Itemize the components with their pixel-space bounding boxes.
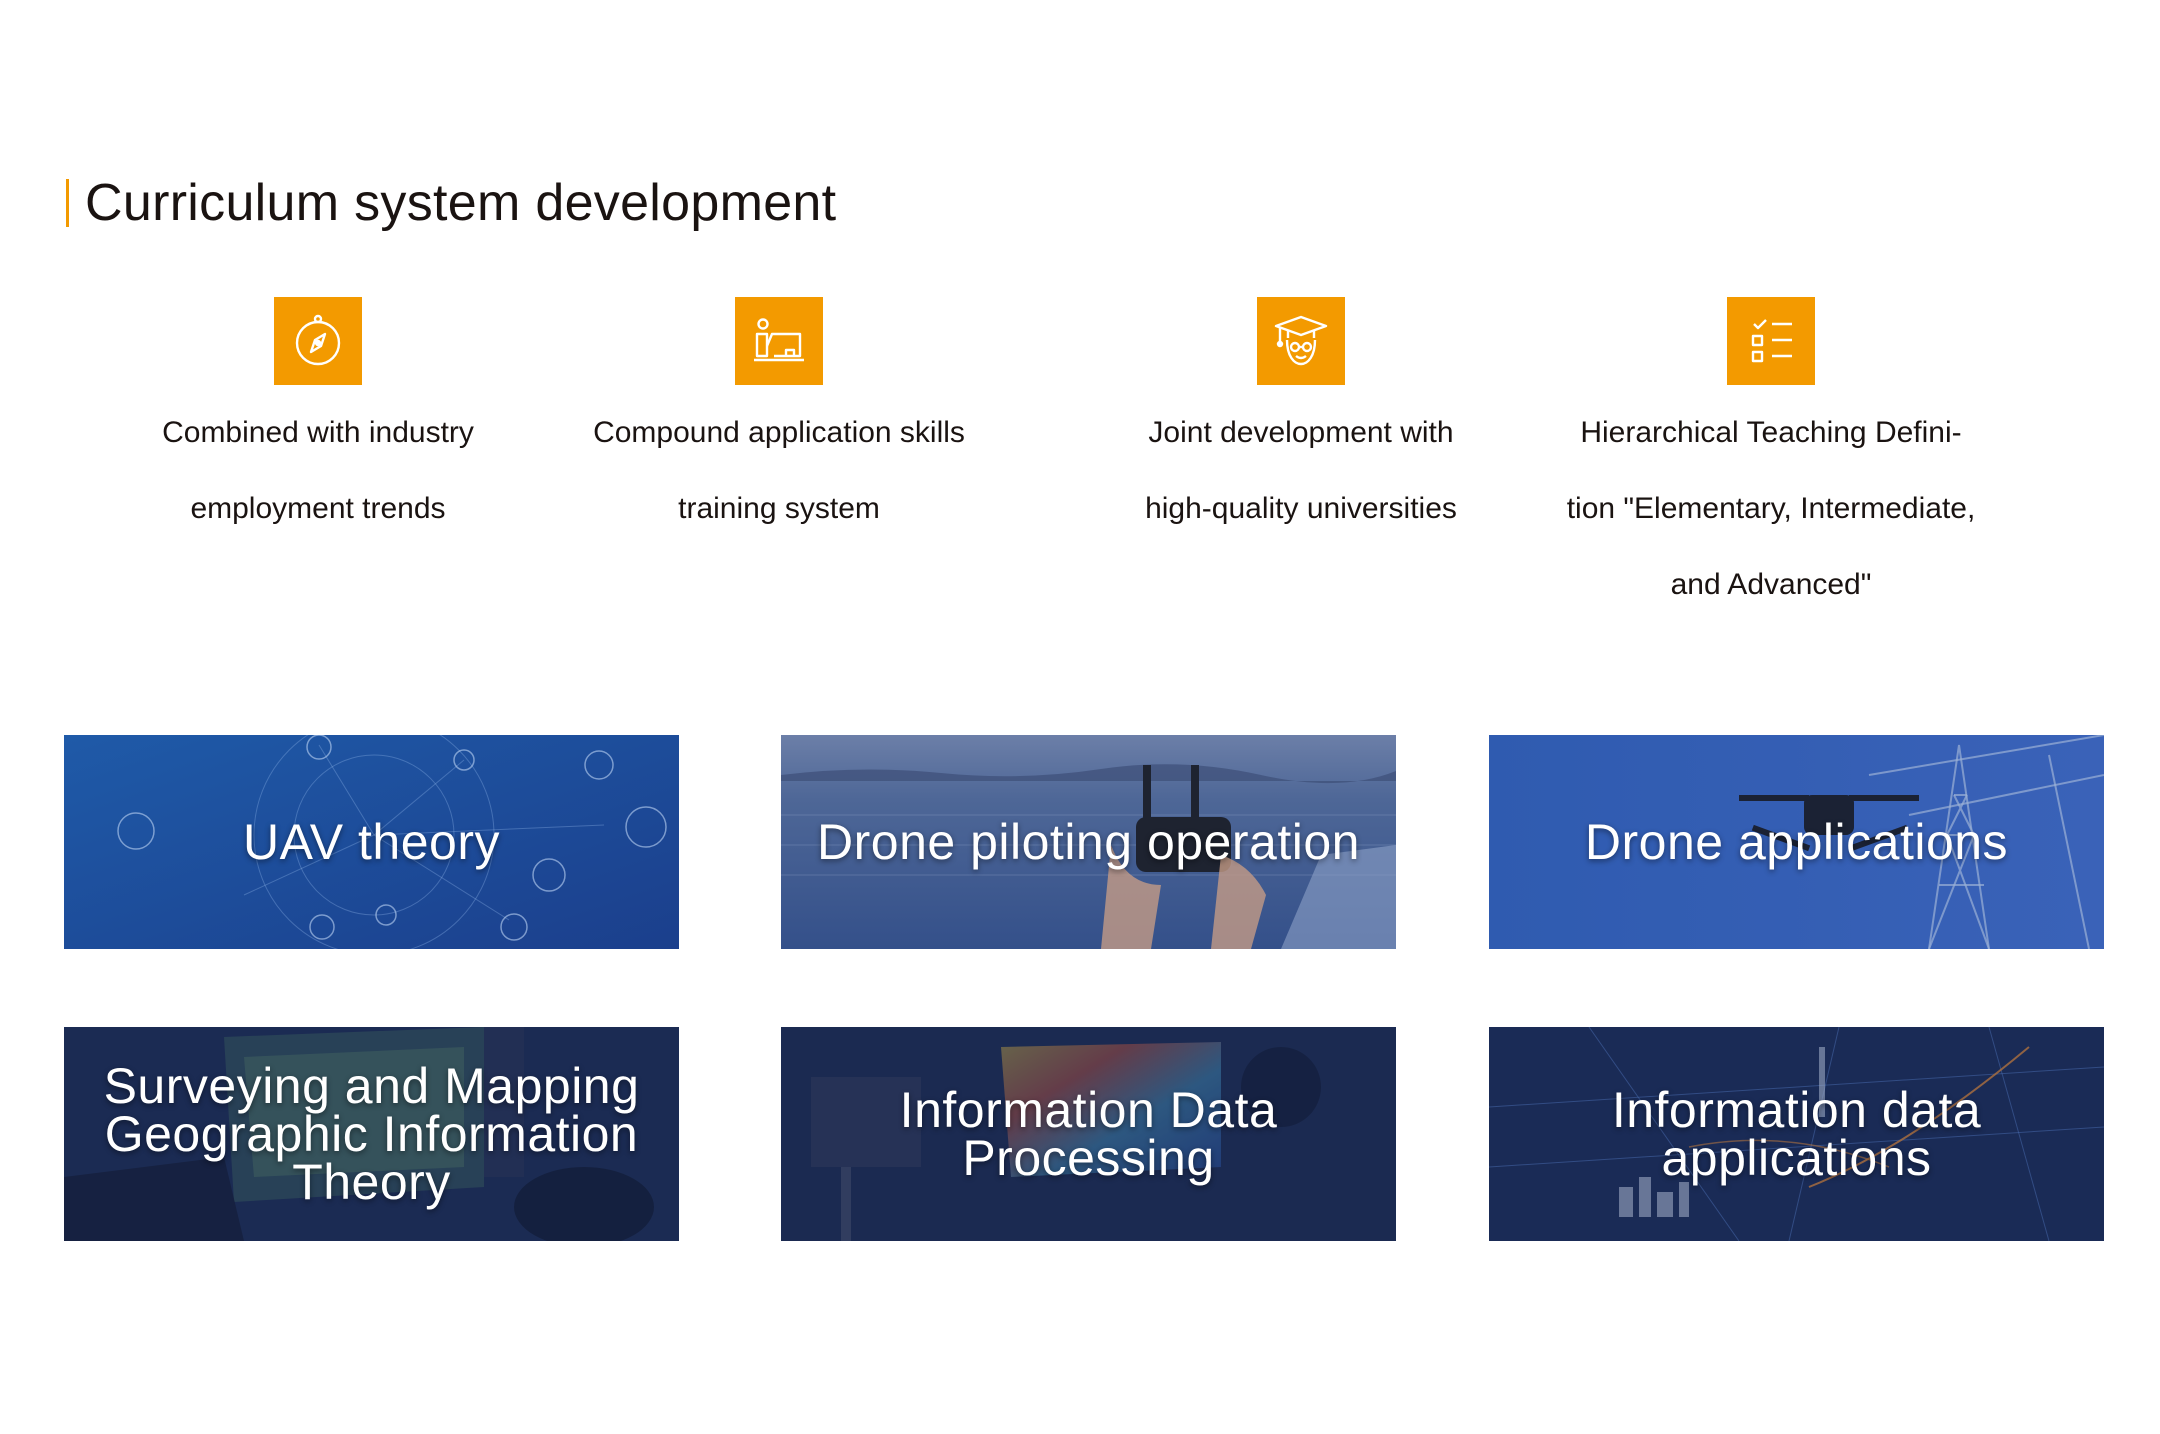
checklist-icon	[1727, 297, 1815, 385]
person-at-screen-icon	[735, 297, 823, 385]
course-card-data-applications[interactable]: Information data applications	[1489, 1027, 2104, 1241]
course-title: UAV theory	[243, 814, 500, 870]
course-title: Information data applications	[1611, 1082, 1982, 1186]
feature-industry-trends: Combined with industry employment trends	[78, 297, 558, 547]
feature-hierarchical-teaching: Hierarchical Teaching Defini- tion "Elem…	[1531, 297, 2011, 623]
course-title: Information Data Processing	[899, 1082, 1278, 1186]
course-card-drone-piloting[interactable]: Drone piloting operation	[781, 735, 1396, 949]
course-title: Surveying and Mapping Geographic Informa…	[103, 1058, 640, 1210]
feature-text: Hierarchical Teaching Defini- tion "Elem…	[1566, 416, 1976, 601]
course-card-drone-applications[interactable]: Drone applications	[1489, 735, 2104, 949]
section-title: Curriculum system development	[85, 174, 837, 232]
section-heading: Curriculum system development	[66, 168, 836, 238]
feature-text: Joint development with high-quality univ…	[1145, 416, 1457, 525]
compass-icon	[274, 297, 362, 385]
course-card-surveying-mapping[interactable]: Surveying and Mapping Geographic Informa…	[64, 1027, 679, 1241]
feature-compound-skills: Compound application skills training sys…	[539, 297, 1019, 547]
feature-text: Combined with industry employment trends	[162, 416, 474, 525]
page: Curriculum system development Combined w…	[0, 0, 2160, 1434]
title-accent-bar	[66, 179, 69, 227]
course-title: Drone applications	[1584, 814, 2009, 870]
course-card-uav-theory[interactable]: UAV theory	[64, 735, 679, 949]
course-title: Drone piloting operation	[817, 814, 1360, 870]
feature-universities: Joint development with high-quality univ…	[1061, 297, 1541, 547]
graduate-icon	[1257, 297, 1345, 385]
course-card-data-processing[interactable]: Information Data Processing	[781, 1027, 1396, 1241]
feature-text: Compound application skills training sys…	[593, 416, 965, 525]
